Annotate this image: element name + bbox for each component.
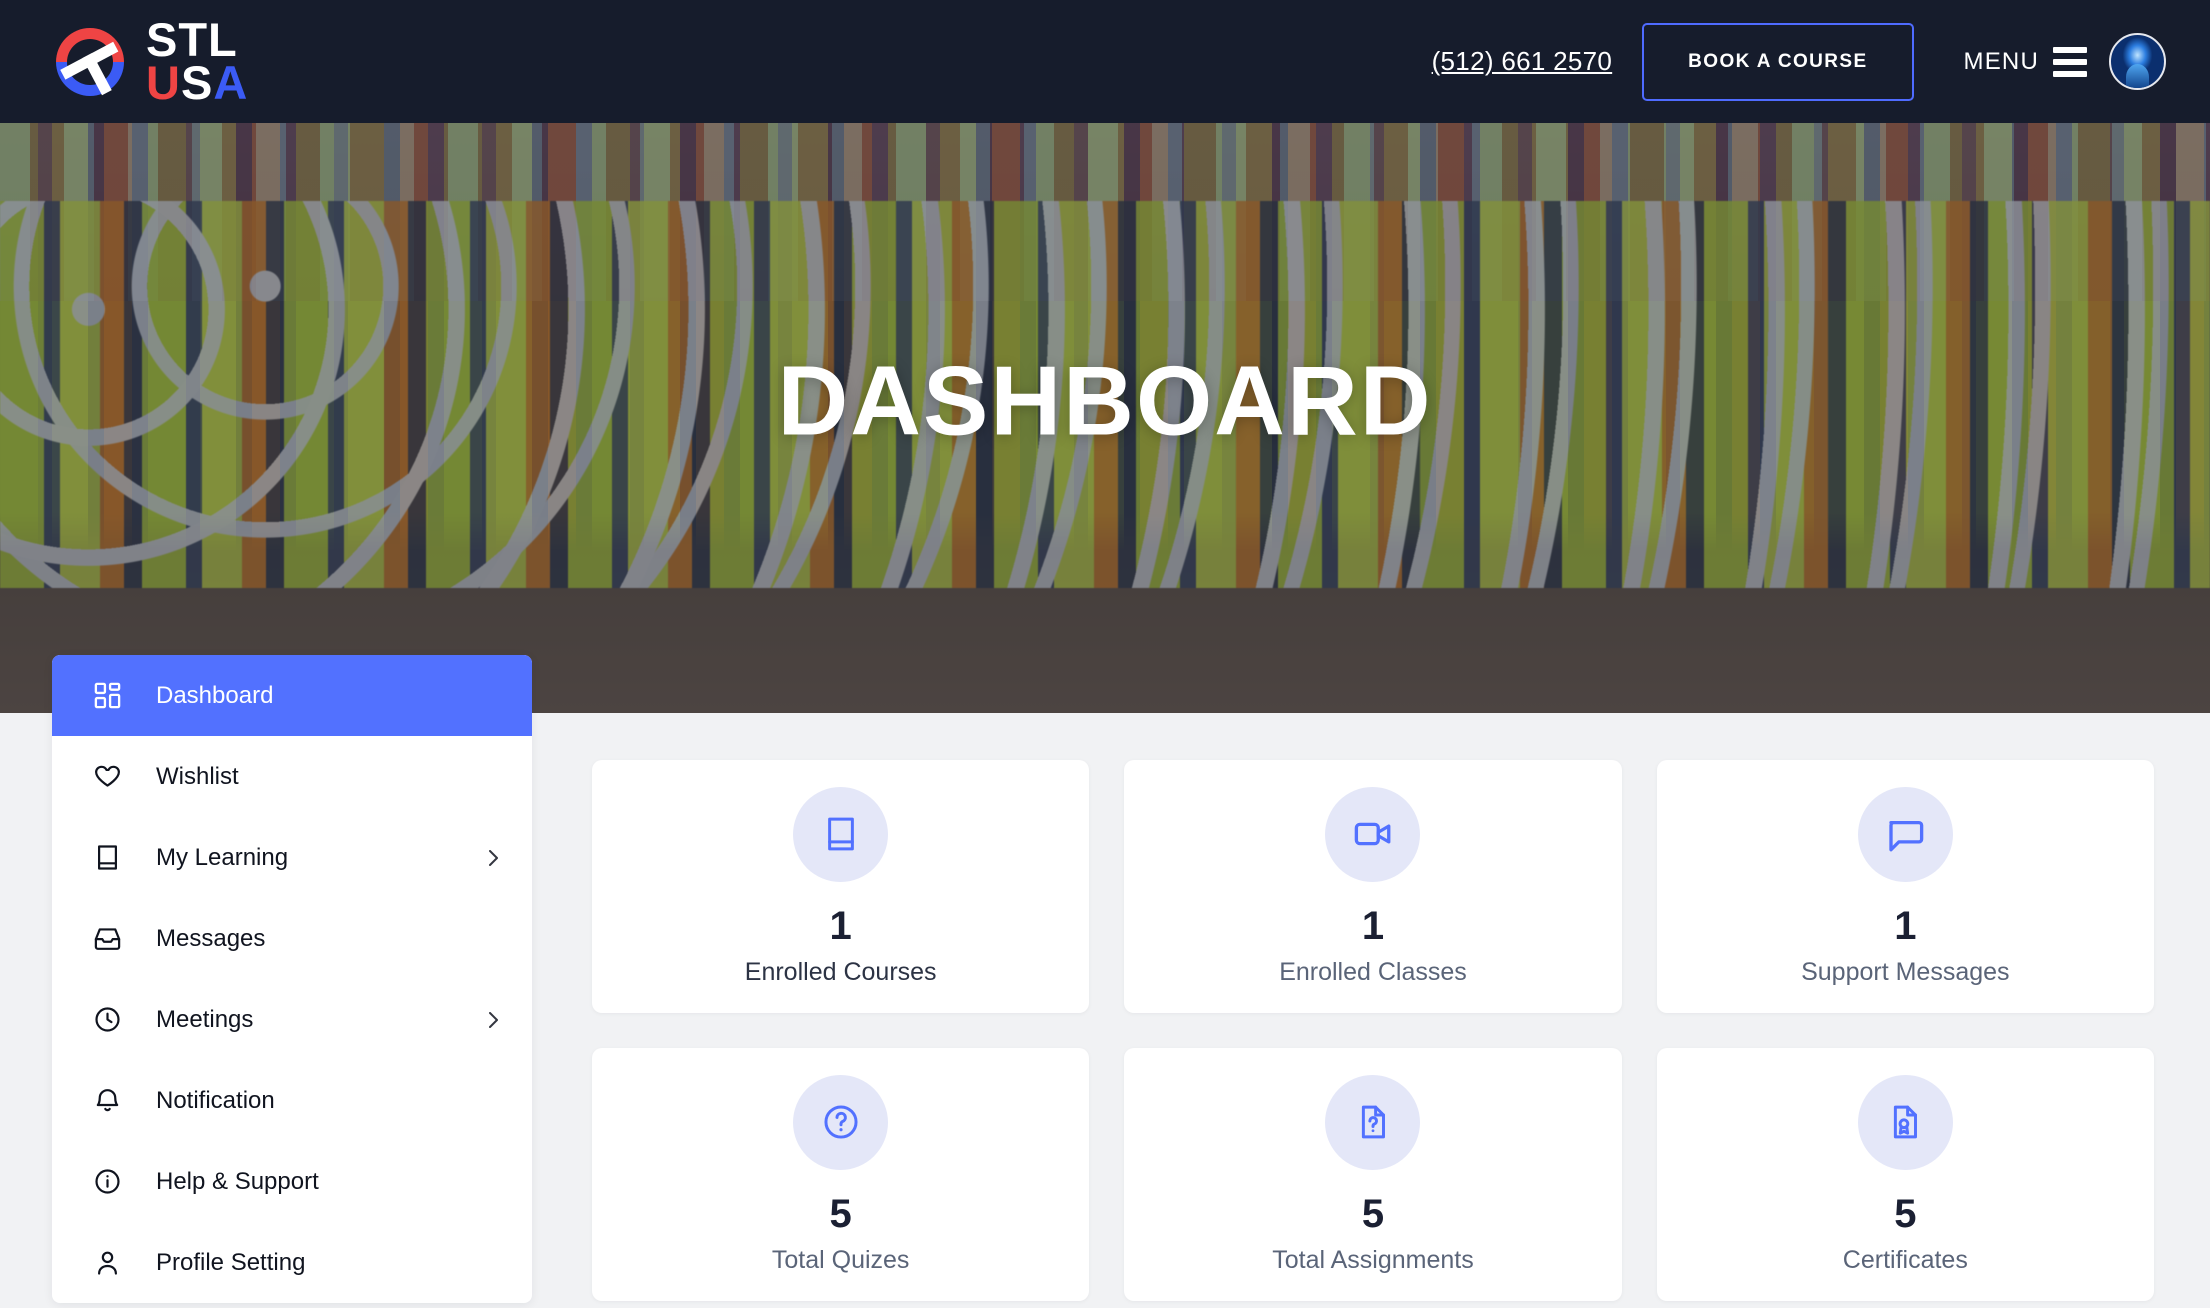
stat-card-enrolled-courses[interactable]: 1 Enrolled Courses (592, 760, 1090, 1013)
hamburger-icon[interactable] (2053, 46, 2087, 77)
stat-value: 5 (1361, 1191, 1385, 1236)
hero-banner: DASHBOARD (0, 88, 2210, 713)
chat-icon (1857, 786, 1953, 882)
sidebar-item-dashboard[interactable]: Dashboard (52, 655, 532, 736)
sidebar-item-label: Notification (156, 1086, 275, 1114)
sidebar-item-label: Help & Support (156, 1167, 319, 1195)
logo-letter-u: U (146, 55, 181, 109)
phone-link[interactable]: (512) 661 2570 (1432, 46, 1613, 77)
sidebar-item-label: Profile Setting (156, 1248, 306, 1276)
sidebar-item-label: Messages (156, 924, 266, 952)
grid-icon (90, 679, 124, 713)
info-icon (90, 1165, 124, 1199)
stat-card-certificates[interactable]: 5 Certificates (1656, 1048, 2154, 1301)
stat-value: 1 (829, 903, 852, 948)
header-right-group: (512) 661 2570 BOOK A COURSE MENU (1432, 22, 2166, 101)
stat-label: Support Messages (1801, 957, 2010, 986)
stat-value: 5 (1894, 1191, 1917, 1236)
sidebar-item-wishlist[interactable]: Wishlist (52, 736, 532, 817)
bell-icon (90, 1084, 124, 1118)
stat-value: 1 (1894, 903, 1917, 948)
book-icon (90, 841, 124, 875)
sidebar-item-label: Wishlist (156, 762, 239, 790)
book-a-course-button[interactable]: BOOK A COURSE (1642, 22, 1914, 101)
question-icon (793, 1074, 889, 1170)
file-question-icon (1325, 1074, 1421, 1170)
dashboard-sidebar: Dashboard Wishlist My Learning Messages Meet… (52, 655, 532, 1303)
page-title: DASHBOARD (777, 345, 1433, 455)
stat-label: Enrolled Classes (1279, 957, 1467, 986)
site-logo[interactable]: STL USA (48, 16, 248, 106)
stat-value: 5 (829, 1191, 852, 1236)
user-icon (90, 1246, 124, 1280)
video-icon (1325, 786, 1421, 882)
certificate-icon (1857, 1074, 1953, 1170)
logo-line-usa: USA (146, 59, 248, 106)
stat-value: 1 (1361, 903, 1385, 948)
sidebar-item-messages[interactable]: Messages (52, 898, 532, 979)
stat-label: Certificates (1842, 1245, 1968, 1274)
sidebar-item-my-learning[interactable]: My Learning (52, 817, 532, 898)
sidebar-item-notification[interactable]: Notification (52, 1060, 532, 1141)
menu-label: MENU (1963, 47, 2039, 75)
stat-label: Total Assignments (1272, 1245, 1474, 1274)
menu-toggle[interactable]: MENU (1963, 46, 2087, 77)
stat-card-support-messages[interactable]: 1 Support Messages (1656, 760, 2154, 1013)
sidebar-item-profile-setting[interactable]: Profile Setting (52, 1222, 532, 1303)
heart-icon (90, 760, 124, 794)
logo-wordmark: STL USA (146, 16, 248, 106)
logo-letter-s: S (180, 55, 214, 109)
sidebar-item-label: My Learning (156, 843, 289, 871)
avatar[interactable] (2109, 33, 2166, 90)
logo-letter-a: A (213, 55, 249, 109)
stat-card-total-assignments[interactable]: 5 Total Assignments (1124, 1048, 1622, 1301)
stat-label: Total Quizes (771, 1245, 910, 1274)
clock-icon (90, 1003, 124, 1037)
stl-usa-logo-mark (48, 20, 132, 104)
stat-label: Enrolled Courses (744, 957, 937, 986)
chevron-right-icon[interactable] (486, 845, 502, 871)
book-icon (793, 786, 889, 882)
chevron-right-icon[interactable] (486, 1007, 502, 1033)
stat-card-enrolled-classes[interactable]: 1 Enrolled Classes (1124, 760, 1622, 1013)
site-header: STL USA (512) 661 2570 BOOK A COURSE MEN… (0, 0, 2210, 123)
inbox-icon (90, 922, 124, 956)
sidebar-item-meetings[interactable]: Meetings (52, 979, 532, 1060)
stat-card-total-quizes[interactable]: 5 Total Quizes (592, 1048, 1090, 1301)
sidebar-item-label: Dashboard (156, 681, 274, 709)
stats-grid: 1 Enrolled Courses 1 Enrolled Classes 1 Suppo… (592, 760, 2154, 1301)
sidebar-item-help-support[interactable]: Help & Support (52, 1141, 532, 1222)
sidebar-item-label: Meetings (156, 1005, 254, 1033)
